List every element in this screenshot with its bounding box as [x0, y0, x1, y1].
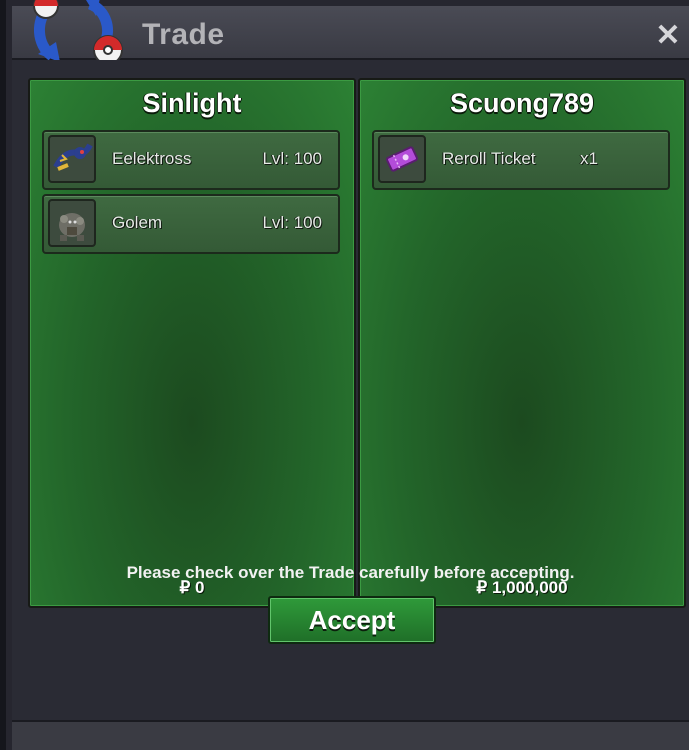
item-name: Golem: [112, 213, 163, 232]
player-offer-panel-left: Sinlight Eelektross Lvl: 100 Golem Lvl: …: [28, 78, 356, 608]
offer-item-golem[interactable]: Golem Lvl: 100: [42, 194, 340, 254]
item-quantity: x1: [580, 149, 598, 168]
item-name: Eelektross: [112, 149, 192, 168]
title-bar[interactable]: Trade ✕: [12, 0, 689, 65]
offer-item-eelektross[interactable]: Eelektross Lvl: 100: [42, 130, 340, 190]
trade-notice-text: Please check over the Trade carefully be…: [126, 563, 575, 582]
item-name: Reroll Ticket: [442, 149, 536, 168]
eelektross-sprite-icon: [48, 135, 96, 183]
player-name-left: Sinlight: [142, 88, 242, 118]
trade-window: Trade ✕ Sinlight Eelektross Lvl: 100 Gol…: [0, 0, 689, 750]
bottom-bar: [12, 720, 689, 750]
close-icon[interactable]: ✕: [653, 18, 683, 53]
offer-item-reroll-ticket[interactable]: Reroll Ticket x1: [372, 130, 670, 190]
ticket-icon: [378, 135, 426, 183]
player-offer-panel-right: Scuong789 Reroll Ticket x1 ₽ 1,000,000: [358, 78, 686, 608]
item-level: Lvl: 100: [262, 213, 322, 232]
player-name-right: Scuong789: [449, 88, 595, 118]
accept-button[interactable]: Accept: [268, 596, 436, 644]
item-level: Lvl: 100: [262, 149, 322, 168]
window-title: Trade: [142, 18, 225, 51]
trade-body: Sinlight Eelektross Lvl: 100 Golem Lvl: …: [12, 60, 689, 750]
golem-sprite-icon: [48, 199, 96, 247]
